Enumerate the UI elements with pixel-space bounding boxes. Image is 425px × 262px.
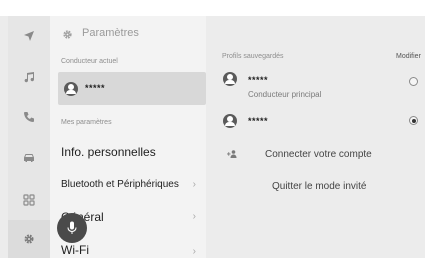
menu-item-label: Bluetooth et Périphériques (61, 179, 179, 190)
chevron-right-icon: › (192, 211, 196, 222)
rail-settings[interactable] (8, 220, 50, 258)
profile-subtitle: Conducteur principal (248, 90, 322, 99)
current-driver-label: Conducteur actuel (61, 58, 118, 65)
profile-row[interactable]: ***** (206, 112, 425, 136)
microphone-icon (67, 221, 77, 234)
menu-item-personal-info[interactable]: Info. personnelles (50, 138, 206, 168)
avatar-icon (223, 72, 237, 86)
current-driver-name: ***** (85, 83, 106, 93)
connect-account-label: Connecter votre compte (265, 149, 372, 160)
avatar-icon (64, 82, 78, 96)
rail-navigation[interactable] (8, 16, 50, 56)
menu-item-bluetooth[interactable]: Bluetooth et Périphériques › (50, 170, 206, 200)
settings-header-gear-icon (62, 27, 73, 45)
rail-music[interactable] (8, 57, 50, 97)
profile-radio[interactable] (409, 77, 418, 86)
app-rail (8, 16, 50, 258)
connect-account-button[interactable]: Connecter votre compte (206, 144, 425, 166)
saved-profiles-label: Profils sauvegardés (222, 53, 284, 60)
menu-item-label: Wi-Fi (61, 243, 89, 257)
avatar-icon (223, 114, 237, 128)
profiles-panel: Profils sauvegardés Modifier ***** Condu… (206, 16, 425, 258)
my-settings-label: Mes paramètres (61, 119, 112, 126)
chevron-right-icon: › (192, 246, 196, 257)
menu-item-label: Info. personnelles (61, 145, 156, 159)
car-icon (24, 153, 34, 162)
bottom-frame (0, 258, 425, 262)
voice-assistant-button[interactable] (57, 213, 87, 243)
rail-apps[interactable] (8, 180, 50, 220)
profile-name: ***** (248, 75, 269, 85)
rail-vehicle[interactable] (8, 137, 50, 177)
profile-row[interactable]: ***** Conducteur principal (206, 68, 425, 106)
quit-guest-mode-button[interactable]: Quitter le mode invité (206, 176, 425, 198)
apps-icon (23, 194, 35, 206)
quit-guest-mode-label: Quitter le mode invité (272, 181, 367, 192)
phone-icon (24, 112, 34, 122)
profile-name: ***** (248, 116, 269, 126)
top-frame (0, 0, 425, 16)
page-title: Paramètres (82, 27, 139, 39)
music-icon (24, 72, 35, 83)
navigation-icon (24, 31, 34, 41)
rail-phone[interactable] (8, 97, 50, 137)
profile-radio-selected[interactable] (409, 116, 418, 125)
chevron-right-icon: › (192, 179, 196, 190)
add-user-icon (227, 150, 237, 158)
settings-screen: Paramètres Conducteur actuel ***** Mes p… (0, 0, 425, 262)
edit-profiles-button[interactable]: Modifier (396, 53, 421, 60)
settings-gear-icon (24, 234, 34, 244)
current-driver-card[interactable]: ***** (58, 72, 206, 105)
